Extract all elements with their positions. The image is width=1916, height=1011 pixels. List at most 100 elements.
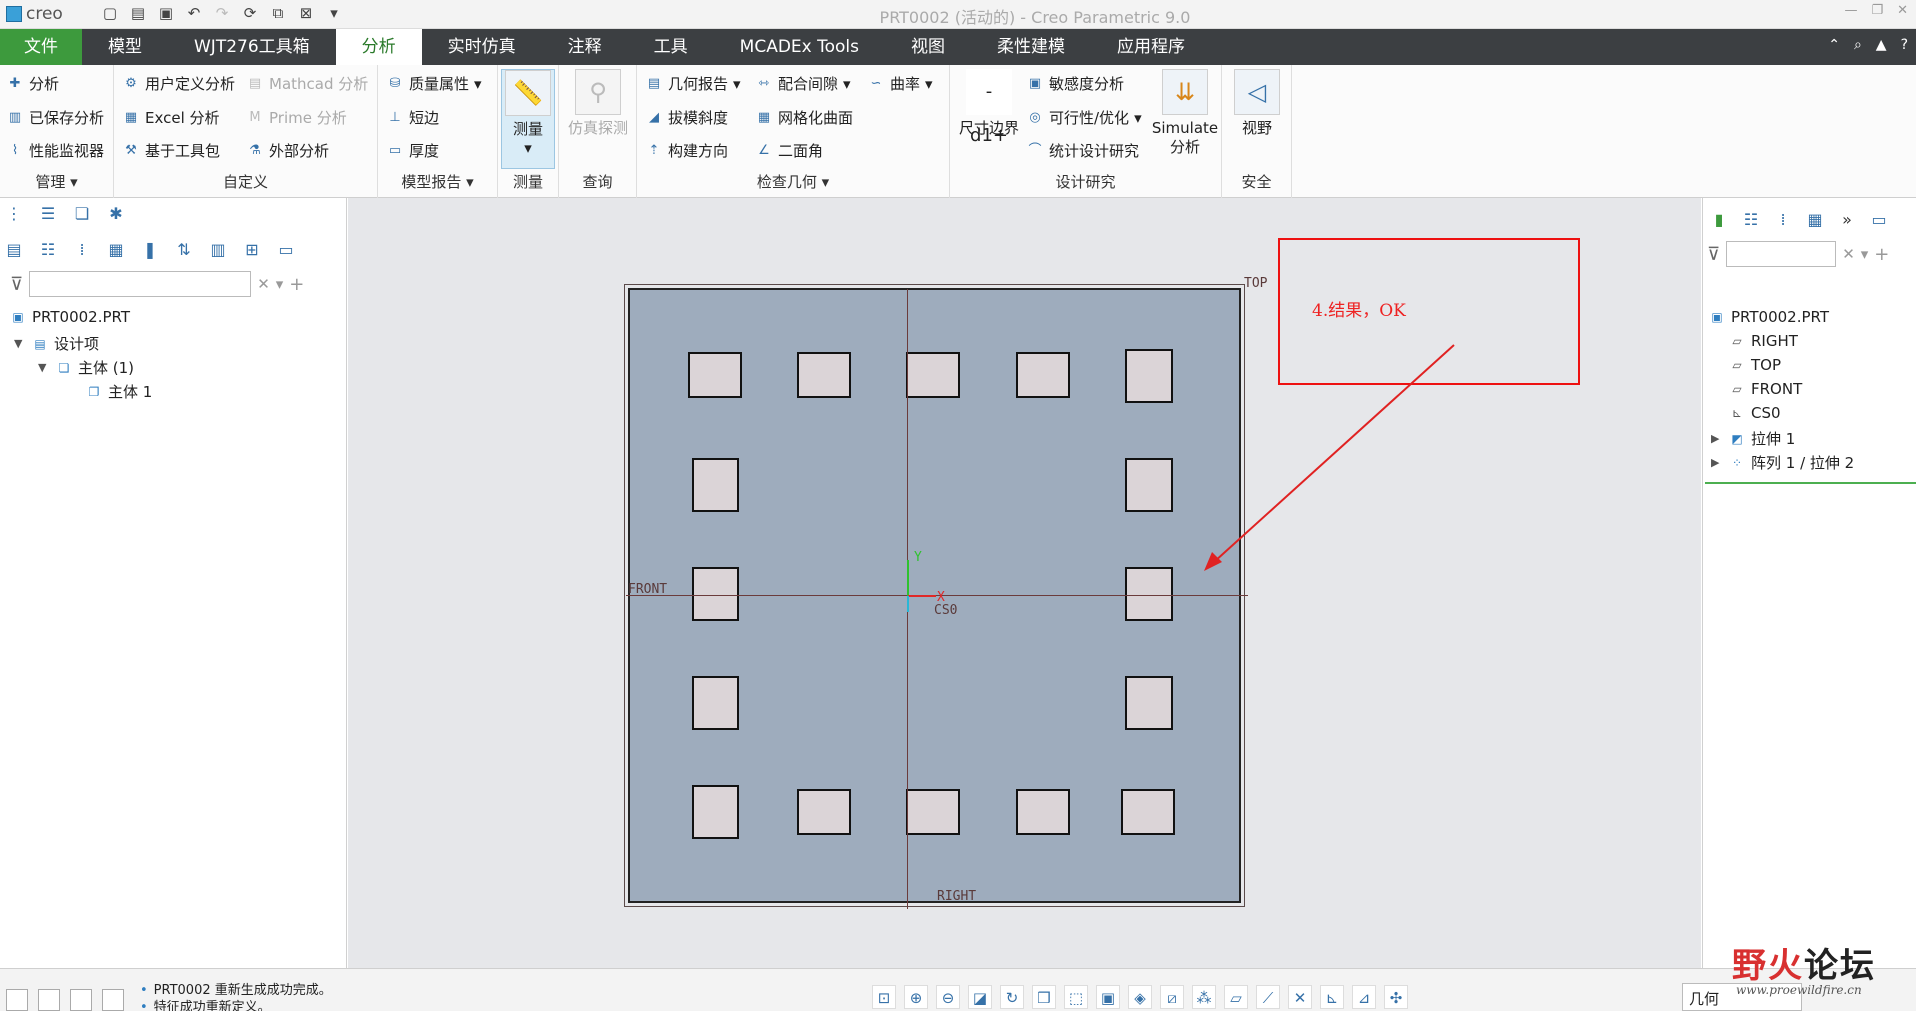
tab-tools[interactable]: 工具: [628, 29, 714, 65]
tab-view[interactable]: 视图: [885, 29, 971, 65]
view-manager-icon[interactable]: ▣: [1096, 985, 1120, 1009]
tree-table-icon[interactable]: ▦: [106, 240, 126, 260]
layer-tree-tab-icon[interactable]: ☰: [38, 204, 58, 224]
tree-node-csys[interactable]: ⊾ CS0: [1729, 404, 1781, 422]
tree-bookmark-icon[interactable]: ❚: [140, 240, 160, 260]
add-filter-icon[interactable]: +: [289, 274, 304, 295]
model-tree-search-input[interactable]: [29, 271, 252, 297]
toolkit-analysis-button[interactable]: ⚒ 基于工具包: [122, 140, 220, 161]
tree-node-bodies[interactable]: ▼ ❏ 主体 (1): [38, 357, 134, 378]
spin-center-icon[interactable]: ✣: [1384, 985, 1408, 1009]
insert-here-marker[interactable]: [1705, 482, 1916, 484]
filter-icon[interactable]: ⊽: [1707, 244, 1720, 265]
tree-export-icon[interactable]: ▭: [276, 240, 296, 260]
tree-node-part[interactable]: ▣ PRT0002.PRT: [1709, 308, 1829, 326]
filter-icon[interactable]: ⊽: [10, 274, 23, 295]
tree-node-right-plane[interactable]: ▱ RIGHT: [1729, 332, 1798, 350]
learning-icon[interactable]: ▲: [1876, 37, 1887, 53]
tree-filter-list-icon[interactable]: ⁞: [72, 240, 92, 260]
annotation-display-icon[interactable]: ⊿: [1352, 985, 1376, 1009]
perspective-icon[interactable]: ◈: [1128, 985, 1152, 1009]
tree-columns-icon[interactable]: ☷: [38, 240, 58, 260]
group-label-manage[interactable]: 管理 ▾: [0, 171, 113, 192]
web-icon[interactable]: [70, 989, 92, 1011]
expand-toggle-icon[interactable]: ▶: [1711, 456, 1723, 469]
group-label-inspect-geometry[interactable]: 检查几何 ▾: [637, 171, 949, 192]
tree-node-part[interactable]: ▣ PRT0002.PRT: [10, 308, 130, 326]
right-columns-icon[interactable]: ☷: [1741, 210, 1761, 230]
right-export-icon[interactable]: ▭: [1869, 210, 1889, 230]
expand-toggle-icon[interactable]: ▼: [14, 337, 26, 350]
thickness-button[interactable]: ▭ 厚度: [386, 140, 439, 161]
dimension-boundary-button[interactable]: -d1+ 尺寸边界: [954, 69, 1024, 146]
pattern-hole[interactable]: [1016, 352, 1070, 398]
clear-search-icon[interactable]: ✕: [257, 275, 270, 293]
tab-applications[interactable]: 应用程序: [1091, 29, 1211, 65]
tree-node-pattern-1[interactable]: ▶ ⁘ 阵列 1 / 拉伸 2: [1711, 452, 1854, 473]
tab-analysis[interactable]: 分析: [335, 29, 422, 65]
top-plane-label[interactable]: TOP: [1244, 276, 1267, 291]
add-filter-icon[interactable]: +: [1874, 244, 1889, 265]
statistical-design-study-button[interactable]: ⌒ 统计设计研究: [1026, 140, 1139, 161]
tree-node-front-plane[interactable]: ▱ FRONT: [1729, 380, 1802, 398]
pattern-hole[interactable]: [692, 676, 739, 730]
refit-icon[interactable]: ⊡: [872, 985, 896, 1009]
pattern-hole[interactable]: [692, 785, 739, 839]
search-dropdown-icon[interactable]: ▾: [1861, 245, 1869, 263]
tree-node-design-items[interactable]: ▼ ▤ 设计项: [14, 333, 99, 354]
collapse-ribbon-icon[interactable]: ⌃: [1828, 37, 1840, 53]
pattern-hole[interactable]: [688, 352, 742, 398]
right-plane-label[interactable]: RIGHT: [937, 889, 976, 904]
tree-hierarchy-icon[interactable]: ⊞: [242, 240, 262, 260]
saved-orientations-icon[interactable]: ⬚: [1064, 985, 1088, 1009]
tree-node-body-1[interactable]: ❐ 主体 1: [86, 381, 153, 402]
section-icon[interactable]: ⧄: [1160, 985, 1184, 1009]
tree-view-icon[interactable]: ▥: [208, 240, 228, 260]
toggle-browser-icon[interactable]: [38, 989, 60, 1011]
model-tree-tab-icon[interactable]: ⋮: [4, 204, 24, 224]
tab-wjt276[interactable]: WJT276工具箱: [168, 29, 336, 65]
tree-settings-icon[interactable]: ▤: [4, 240, 24, 260]
field-of-view-button[interactable]: ◁ 视野: [1224, 69, 1290, 138]
excel-analysis-button[interactable]: ▦ Excel 分析: [122, 107, 220, 128]
clear-search-icon[interactable]: ✕: [1842, 245, 1855, 263]
pattern-hole[interactable]: [797, 352, 851, 398]
mathcad-analysis-button[interactable]: ▤ Mathcad 分析: [246, 73, 368, 94]
performance-monitor-button[interactable]: ⌇ 性能监视器: [6, 140, 104, 161]
tree-node-top-plane[interactable]: ▱ TOP: [1729, 356, 1781, 374]
draft-button[interactable]: ◢ 拔模斜度: [645, 107, 728, 128]
folder-browser-tab-icon[interactable]: ❏: [72, 204, 92, 224]
search-icon[interactable]: ⌕: [1854, 37, 1862, 53]
axis-display-icon[interactable]: ⟋: [1256, 985, 1280, 1009]
pattern-hole[interactable]: [797, 789, 851, 835]
favorites-tab-icon[interactable]: ✱: [106, 204, 126, 224]
mesh-surface-button[interactable]: ▦ 网格化曲面: [755, 107, 853, 128]
pattern-hole[interactable]: [1121, 789, 1175, 835]
curvature-button[interactable]: ∽ 曲率 ▾: [867, 73, 933, 94]
right-more-icon[interactable]: »: [1837, 210, 1857, 230]
pattern-hole[interactable]: [1125, 458, 1173, 512]
toggle-navigator-icon[interactable]: [6, 989, 28, 1011]
short-edge-button[interactable]: ⊥ 短边: [386, 107, 439, 128]
mating-clearance-button[interactable]: ⇿ 配合间隙 ▾: [755, 73, 851, 94]
analysis-button[interactable]: ✚ 分析: [6, 73, 59, 94]
fullscreen-icon[interactable]: [102, 989, 124, 1011]
csys-label[interactable]: CS0: [934, 603, 957, 618]
tab-mcadex[interactable]: MCADEx Tools: [714, 29, 885, 65]
help-icon[interactable]: ?: [1901, 37, 1908, 53]
pattern-hole[interactable]: [906, 352, 960, 398]
user-defined-analysis-button[interactable]: ⚙ 用户定义分析: [122, 73, 235, 94]
display-style-icon[interactable]: ❒: [1032, 985, 1056, 1009]
group-label-model-report[interactable]: 模型报告 ▾: [378, 171, 497, 192]
expand-toggle-icon[interactable]: ▶: [1711, 432, 1723, 445]
right-filter-list-icon[interactable]: ⁞: [1773, 210, 1793, 230]
sim-probe-button[interactable]: ⚲ 仿真探测: [563, 69, 633, 138]
prime-analysis-button[interactable]: M Prime 分析: [246, 107, 346, 128]
simulate-analysis-button[interactable]: ⇊ Simulate 分析: [1150, 69, 1220, 157]
pattern-hole[interactable]: [692, 458, 739, 512]
tab-model[interactable]: 模型: [82, 29, 168, 65]
csys-display-icon[interactable]: ⊾: [1320, 985, 1344, 1009]
restore-icon[interactable]: ❐: [1871, 3, 1883, 18]
expand-toggle-icon[interactable]: ▼: [38, 361, 50, 374]
tab-file[interactable]: 文件: [0, 29, 82, 65]
